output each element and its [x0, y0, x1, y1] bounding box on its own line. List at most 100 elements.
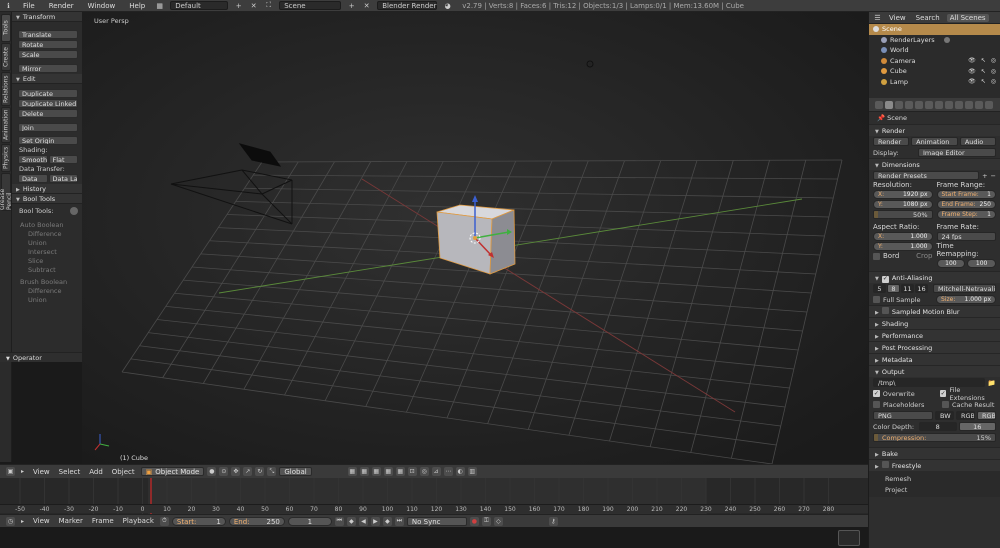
render-button[interactable]: Render [873, 137, 910, 146]
layer-grid-icon-2[interactable]: ▦ [359, 467, 369, 476]
outliner-view-menu[interactable]: View [886, 14, 909, 22]
layer-grid-icon[interactable]: ▦ [347, 467, 357, 476]
info-editor-icon[interactable]: ℹ [4, 1, 13, 10]
start-frame-field[interactable]: Start: 1 [171, 516, 226, 526]
brush-difference-button[interactable]: Difference [12, 287, 82, 296]
physics-context-icon[interactable] [985, 100, 993, 109]
collapse-menus-icon[interactable]: ▸ [18, 517, 27, 526]
color-depth-8[interactable]: 8 [919, 422, 957, 431]
proportional-edit-icon[interactable]: ◎ [419, 467, 429, 476]
layer-grid-icon-4[interactable]: ▦ [383, 467, 393, 476]
prev-keyframe-icon[interactable]: ◆ [346, 516, 356, 526]
eye-icon[interactable]: 👁 [968, 57, 976, 64]
aa-samples-11[interactable]: 11 [901, 284, 914, 293]
world-context-icon[interactable] [915, 100, 923, 109]
properties-editor-icon[interactable] [875, 100, 883, 109]
timeline-editor-icon[interactable]: ◷ [6, 516, 15, 526]
3d-viewport[interactable]: User Persp (1) Cube [82, 12, 868, 464]
placeholders-checkbox[interactable] [873, 401, 880, 408]
camera-render-icon[interactable]: ◎ [991, 57, 996, 64]
snap-target-icon[interactable]: ⋯ [443, 467, 453, 476]
outliner-row-renderlayers[interactable]: RenderLayers [869, 35, 1000, 46]
timeline-key-icon[interactable]: ⚷ [548, 516, 558, 526]
opengl-render-icon[interactable]: ▥ [467, 467, 477, 476]
freestyle-panel-header[interactable]: ▶ Freestyle [869, 459, 1000, 471]
eye-icon[interactable]: 👁 [968, 68, 976, 75]
menu-frame[interactable]: Frame [89, 517, 117, 525]
rotate-button[interactable]: Rotate [18, 40, 78, 49]
output-panel-header[interactable]: ▼ Output [869, 365, 1000, 377]
duplicate-linked-button[interactable]: Duplicate Linked [18, 99, 78, 108]
data-button[interactable]: Data [18, 174, 48, 183]
render-layer-toggle-icon[interactable] [943, 36, 950, 43]
editor-type-icon[interactable]: ▣ [6, 467, 15, 476]
manipulator-toggle-icon[interactable]: ✥ [231, 467, 241, 476]
scene-context-icon[interactable] [905, 100, 913, 109]
menu-select[interactable]: Select [56, 468, 84, 476]
snap-icon[interactable]: ⊿ [431, 467, 441, 476]
display-select[interactable]: Image Editor [918, 148, 996, 157]
jump-end-icon[interactable]: ⏭ [394, 516, 404, 526]
end-frame-field[interactable]: End: 250 [228, 516, 285, 526]
full-sample-checkbox[interactable] [873, 296, 880, 303]
compression-slider[interactable]: Compression: 15% [873, 433, 996, 442]
file-format-select[interactable]: PNG [873, 411, 933, 420]
modifiers-context-icon[interactable] [945, 100, 953, 109]
rotate-manipulator-icon[interactable]: ↻ [255, 467, 265, 476]
close-scene-icon[interactable]: ✕ [362, 1, 371, 10]
lock-camera-icon[interactable]: ⊡ [407, 467, 417, 476]
transform-panel-header[interactable]: ▼ Transform [12, 12, 82, 22]
play-reverse-icon[interactable]: ◀ [358, 516, 368, 526]
constraints-context-icon[interactable] [935, 100, 943, 109]
bool-tools-help-icon[interactable] [69, 207, 78, 215]
remap-new-field[interactable]: 100 [967, 259, 996, 268]
file-extensions-checkbox[interactable]: ✓ [939, 390, 947, 397]
freestyle-checkbox[interactable] [881, 461, 889, 468]
motion-blur-checkbox[interactable] [881, 307, 889, 314]
menu-window[interactable]: Window [84, 2, 120, 10]
performance-panel-header[interactable]: ▶ Performance [869, 329, 1000, 341]
texture-context-icon[interactable] [975, 100, 983, 109]
border-checkbox[interactable] [873, 252, 880, 260]
camera-render-icon[interactable]: ◎ [991, 68, 996, 75]
remesh-item[interactable]: Remesh [885, 473, 984, 484]
aa-samples-5[interactable]: 5 [873, 284, 886, 293]
preview-range-icon[interactable]: ⏱ [159, 516, 169, 526]
camera-render-icon[interactable]: ◎ [991, 78, 996, 85]
cursor-select-icon[interactable]: ↖ [981, 68, 986, 75]
jump-start-icon[interactable]: ⏮ [334, 516, 344, 526]
mode-select[interactable]: ▣ Object Mode [140, 467, 205, 476]
menu-view[interactable]: View [30, 468, 53, 476]
shading-panel-header[interactable]: ▶ Shading [869, 317, 1000, 329]
translate-button[interactable]: Translate [18, 30, 78, 39]
subtract-button[interactable]: Subtract [12, 266, 82, 275]
scene-field[interactable]: Scene [279, 1, 342, 10]
menu-playback[interactable]: Playback [120, 517, 157, 525]
outliner-row-world[interactable]: World [869, 45, 1000, 56]
outliner-editor-icon[interactable]: ☰ [873, 13, 882, 22]
union-button[interactable]: Union [12, 239, 82, 248]
object-context-icon[interactable] [925, 100, 933, 109]
keying-set-icon[interactable]: ⚿ [481, 516, 491, 526]
render-presets-select[interactable]: Render Presets [873, 171, 980, 180]
start-frame-field[interactable]: Start Frame: 1 [936, 190, 996, 199]
pin-icon[interactable]: 📌 [877, 114, 885, 122]
crop-label[interactable]: Crop [916, 252, 932, 260]
brush-union-button[interactable]: Union [12, 296, 82, 305]
color-rgb-button[interactable]: RGB [956, 411, 975, 420]
resolution-x-field[interactable]: X: 1920 px [873, 190, 933, 199]
outliner-row-scene[interactable]: Scene [869, 24, 1000, 35]
menu-file[interactable]: File [19, 2, 39, 10]
render-layers-context-icon[interactable] [895, 100, 903, 109]
color-bw-button[interactable]: BW [935, 411, 954, 420]
outliner-row-cube[interactable]: Cube 👁 ↖ ◎ [869, 66, 1000, 77]
aa-size-field[interactable]: Size: 1.000 px [936, 295, 996, 304]
eye-icon[interactable]: 👁 [968, 78, 976, 85]
anti-aliasing-panel-header[interactable]: ▼ ✓ Anti-Aliasing [869, 271, 1000, 283]
outliner-search-menu[interactable]: Search [913, 14, 943, 22]
flat-button[interactable]: Flat [48, 155, 78, 164]
render-engine-select[interactable]: Blender Render [377, 1, 438, 10]
operator-panel-header[interactable]: ▼ Operator [0, 352, 82, 362]
outliner-display-mode[interactable]: All Scenes [946, 13, 989, 22]
add-scene-icon[interactable]: + [347, 1, 356, 10]
